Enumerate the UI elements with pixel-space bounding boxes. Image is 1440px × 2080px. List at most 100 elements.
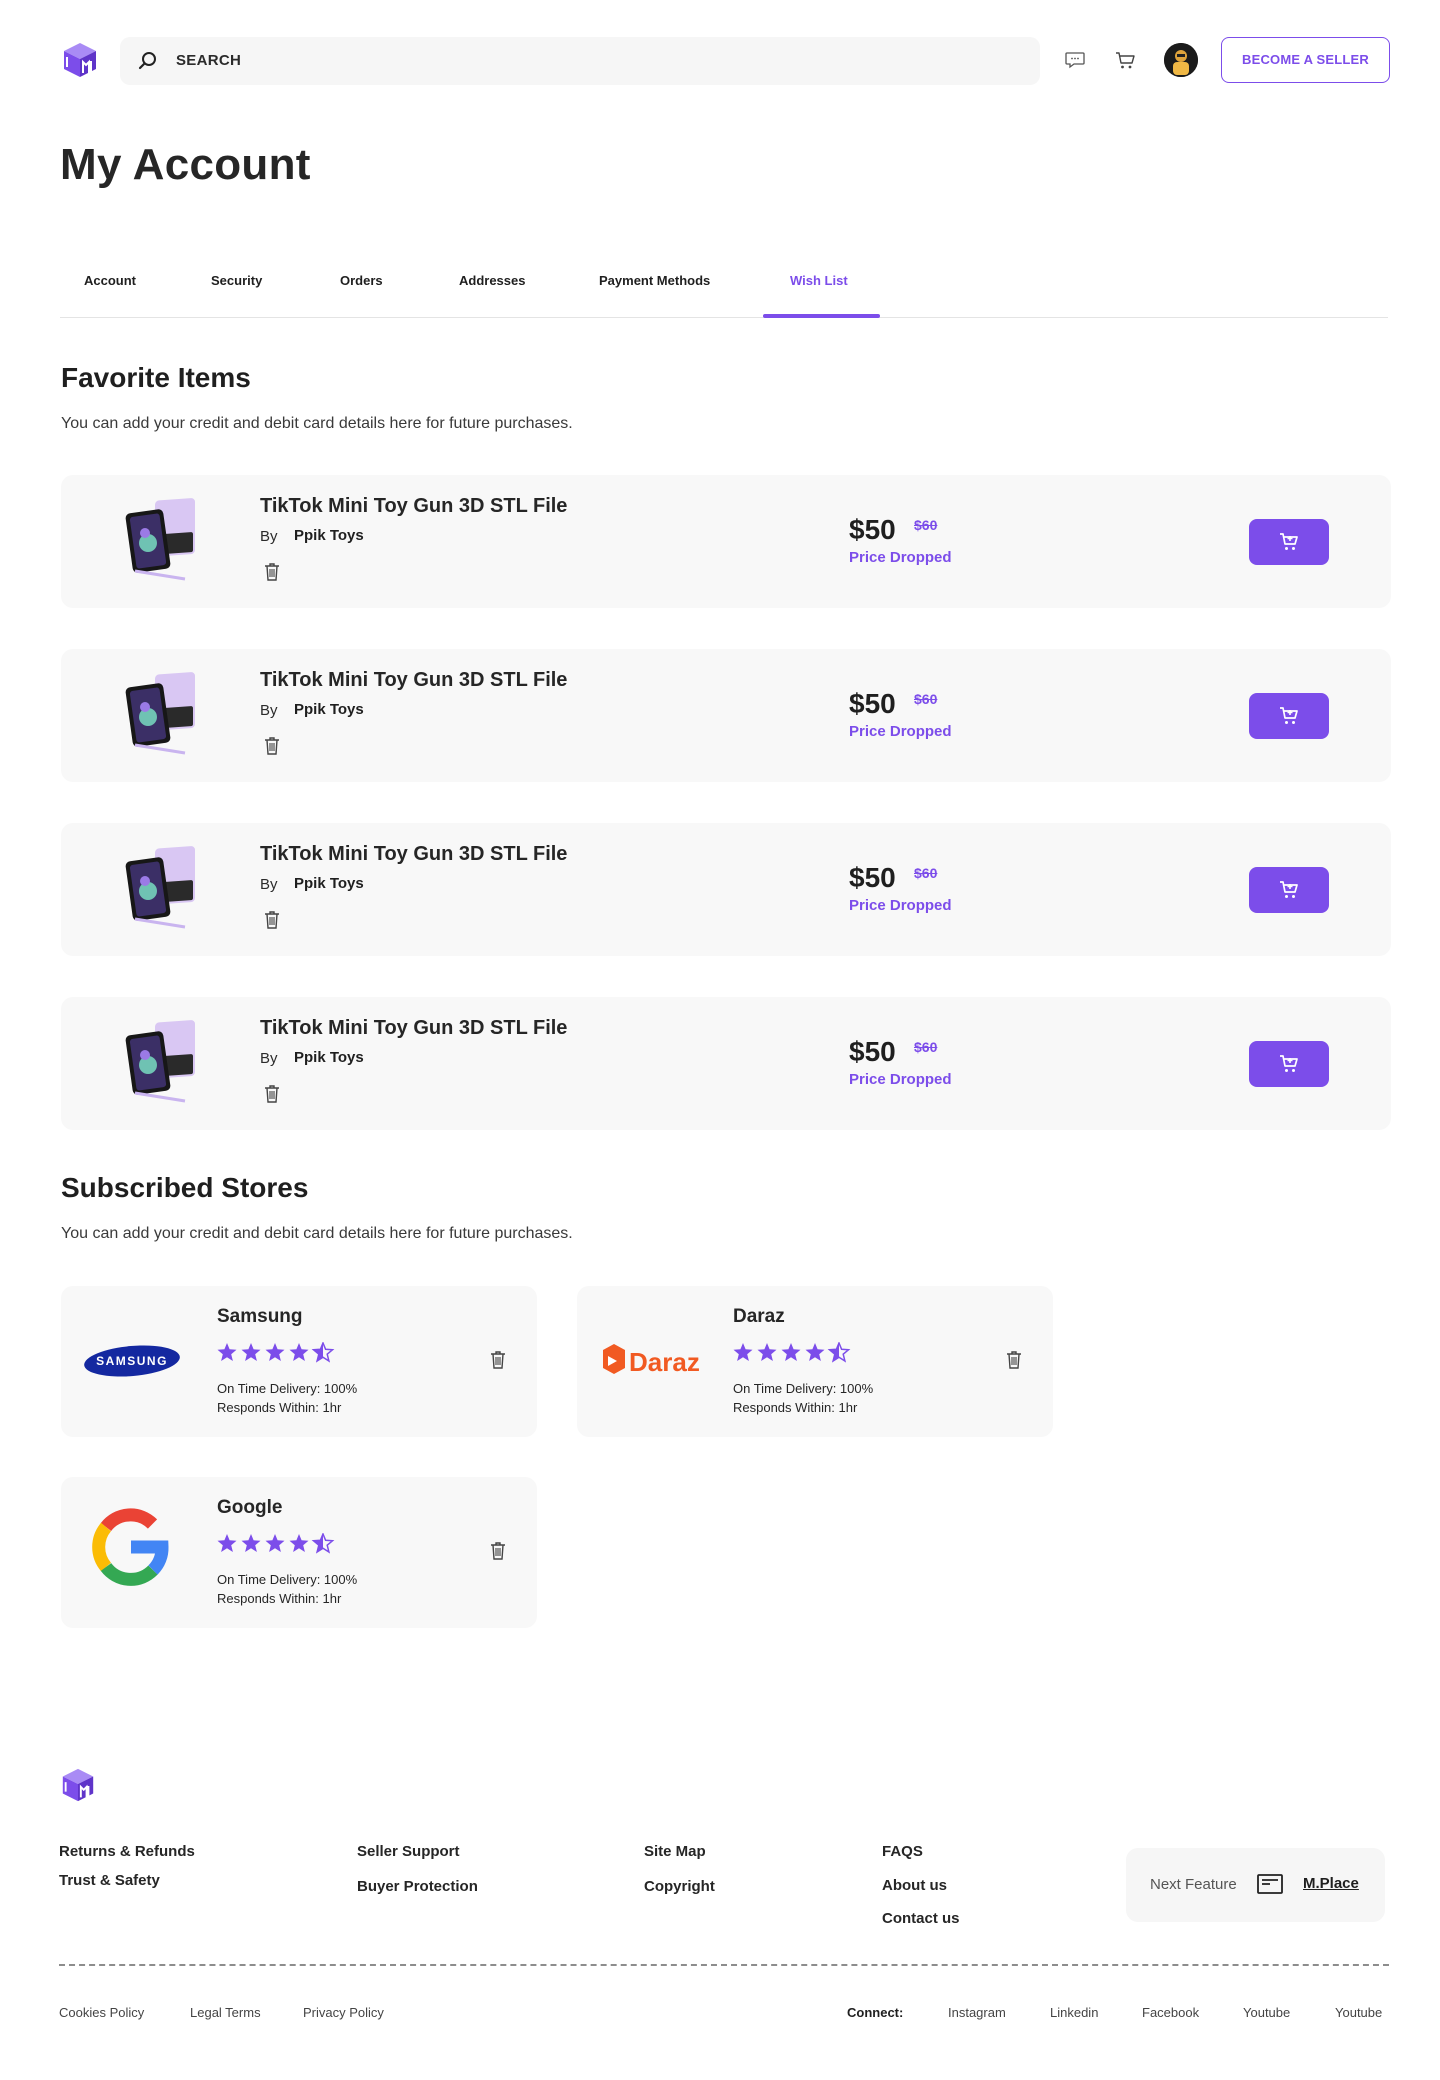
connect-label: Connect: xyxy=(847,2005,904,2020)
tab-orders[interactable]: Orders xyxy=(340,273,383,288)
social-facebook-link[interactable]: Facebook xyxy=(1142,2005,1199,2020)
price-dropped-label: Price Dropped xyxy=(849,723,952,740)
search-placeholder: SEARCH xyxy=(176,52,242,69)
tab-account[interactable]: Account xyxy=(84,273,136,288)
product-thumbnail xyxy=(125,672,195,755)
google-logo xyxy=(92,1508,169,1586)
trash-icon[interactable] xyxy=(264,910,280,930)
cookies-policy-link[interactable]: Cookies Policy xyxy=(59,2005,144,2020)
product-name[interactable]: TikTok Mini Toy Gun 3D STL File xyxy=(260,495,567,518)
become-seller-button[interactable]: BECOME A SELLER xyxy=(1221,37,1390,83)
footer-link-copyright[interactable]: Copyright xyxy=(644,1878,715,1895)
footer-logo-icon[interactable] xyxy=(59,1766,97,1804)
store-name[interactable]: Daraz xyxy=(733,1306,785,1328)
store-card-samsung[interactable]: SAMSUNG Samsung On Time Delivery: 100% R… xyxy=(61,1286,537,1437)
product-thumbnail xyxy=(125,846,195,929)
product-name[interactable]: TikTok Mini Toy Gun 3D STL File xyxy=(260,1017,567,1040)
next-feature-box[interactable]: Next Feature M.Place xyxy=(1126,1848,1385,1922)
footer-link-contact[interactable]: Contact us xyxy=(882,1910,960,1927)
top-header: SEARCH BECOME A SELLER xyxy=(60,36,1390,86)
product-price: $50 xyxy=(849,688,896,719)
by-label: By xyxy=(260,876,278,893)
by-label: By xyxy=(260,1050,278,1067)
product-thumbnail xyxy=(125,498,195,581)
product-store[interactable]: Ppik Toys xyxy=(294,1049,364,1066)
response-stat: Responds Within: 1hr xyxy=(733,1400,858,1415)
footer-link-about[interactable]: About us xyxy=(882,1877,947,1894)
tab-wish-list[interactable]: Wish List xyxy=(790,273,848,288)
response-stat: Responds Within: 1hr xyxy=(217,1591,342,1606)
trash-icon[interactable] xyxy=(1006,1350,1022,1370)
daraz-logo: Daraz xyxy=(603,1344,700,1377)
footer-divider xyxy=(59,1964,1389,1966)
chat-icon[interactable] xyxy=(1064,49,1086,71)
social-youtube-link[interactable]: Youtube xyxy=(1243,2005,1290,2020)
by-label: By xyxy=(260,528,278,545)
legal-terms-link[interactable]: Legal Terms xyxy=(190,2005,261,2020)
price-dropped-label: Price Dropped xyxy=(849,549,952,566)
footer-link-returns[interactable]: Returns & Refunds xyxy=(59,1843,195,1860)
rating-stars xyxy=(217,1342,335,1363)
social-youtube-link-2[interactable]: Youtube xyxy=(1335,2005,1382,2020)
tab-payment-methods[interactable]: Payment Methods xyxy=(599,273,710,288)
trash-icon[interactable] xyxy=(264,1084,280,1104)
product-store[interactable]: Ppik Toys xyxy=(294,701,364,718)
stores-title: Subscribed Stores xyxy=(61,1172,309,1203)
favorites-subtitle: You can add your credit and debit card d… xyxy=(61,415,573,432)
footer-link-faqs[interactable]: FAQS xyxy=(882,1843,923,1860)
social-linkedin-link[interactable]: Linkedin xyxy=(1050,2005,1098,2020)
user-avatar[interactable] xyxy=(1164,43,1198,77)
social-instagram-link[interactable]: Instagram xyxy=(948,2005,1006,2020)
price-dropped-label: Price Dropped xyxy=(849,1071,952,1088)
store-name[interactable]: Samsung xyxy=(217,1306,303,1328)
rating-stars xyxy=(733,1342,851,1363)
add-to-cart-button[interactable] xyxy=(1249,1041,1329,1087)
store-card-google[interactable]: Google On Time Delivery: 100% Responds W… xyxy=(61,1477,537,1628)
product-store[interactable]: Ppik Toys xyxy=(294,875,364,892)
tab-addresses[interactable]: Addresses xyxy=(459,273,525,288)
by-label: By xyxy=(260,702,278,719)
store-card-daraz[interactable]: Daraz Daraz On Time Delivery: 100% Respo… xyxy=(577,1286,1053,1437)
active-tab-indicator xyxy=(763,314,880,318)
product-price: $50 xyxy=(849,862,896,893)
delivery-stat: On Time Delivery: 100% xyxy=(217,1572,358,1587)
marketplace-logo-icon[interactable] xyxy=(60,40,100,80)
product-thumbnail xyxy=(125,1020,195,1103)
tab-security[interactable]: Security xyxy=(211,273,262,288)
avatar-image xyxy=(1164,43,1198,77)
wish-list-item[interactable]: TikTok Mini Toy Gun 3D STL File By Ppik … xyxy=(61,649,1391,782)
footer-link-buyer-protection[interactable]: Buyer Protection xyxy=(357,1878,478,1895)
product-store[interactable]: Ppik Toys xyxy=(294,527,364,544)
product-name[interactable]: TikTok Mini Toy Gun 3D STL File xyxy=(260,669,567,692)
account-tabs: Account Security Orders Addresses Paymen… xyxy=(60,270,1388,318)
cart-icon[interactable] xyxy=(1114,49,1136,71)
product-old-price: $60 xyxy=(914,1039,938,1055)
trash-icon[interactable] xyxy=(264,562,280,582)
wish-list-item[interactable]: TikTok Mini Toy Gun 3D STL File By Ppik … xyxy=(61,823,1391,956)
product-old-price: $60 xyxy=(914,865,938,881)
footer-link-seller-support[interactable]: Seller Support xyxy=(357,1843,460,1860)
search-bar[interactable]: SEARCH xyxy=(120,37,1040,85)
svg-text:SAMSUNG: SAMSUNG xyxy=(96,1354,168,1368)
delivery-stat: On Time Delivery: 100% xyxy=(217,1381,358,1396)
trash-icon[interactable] xyxy=(490,1350,506,1370)
samsung-logo: SAMSUNG xyxy=(84,1345,180,1377)
add-cart-icon xyxy=(1280,533,1298,550)
trash-icon[interactable] xyxy=(264,736,280,756)
privacy-policy-link[interactable]: Privacy Policy xyxy=(303,2005,384,2020)
add-to-cart-button[interactable] xyxy=(1249,693,1329,739)
mplace-link[interactable]: M.Place xyxy=(1303,1875,1359,1892)
store-name[interactable]: Google xyxy=(217,1497,282,1519)
add-to-cart-button[interactable] xyxy=(1249,867,1329,913)
wish-list-item[interactable]: TikTok Mini Toy Gun 3D STL File By Ppik … xyxy=(61,475,1391,608)
add-to-cart-button[interactable] xyxy=(1249,519,1329,565)
stores-subtitle: You can add your credit and debit card d… xyxy=(61,1225,573,1242)
product-old-price: $60 xyxy=(914,691,938,707)
footer-link-trust[interactable]: Trust & Safety xyxy=(59,1872,160,1889)
wish-list-item[interactable]: TikTok Mini Toy Gun 3D STL File By Ppik … xyxy=(61,997,1391,1130)
trash-icon[interactable] xyxy=(490,1541,506,1561)
product-name[interactable]: TikTok Mini Toy Gun 3D STL File xyxy=(260,843,567,866)
response-stat: Responds Within: 1hr xyxy=(217,1400,342,1415)
delivery-stat: On Time Delivery: 100% xyxy=(733,1381,874,1396)
footer-link-site-map[interactable]: Site Map xyxy=(644,1843,706,1860)
